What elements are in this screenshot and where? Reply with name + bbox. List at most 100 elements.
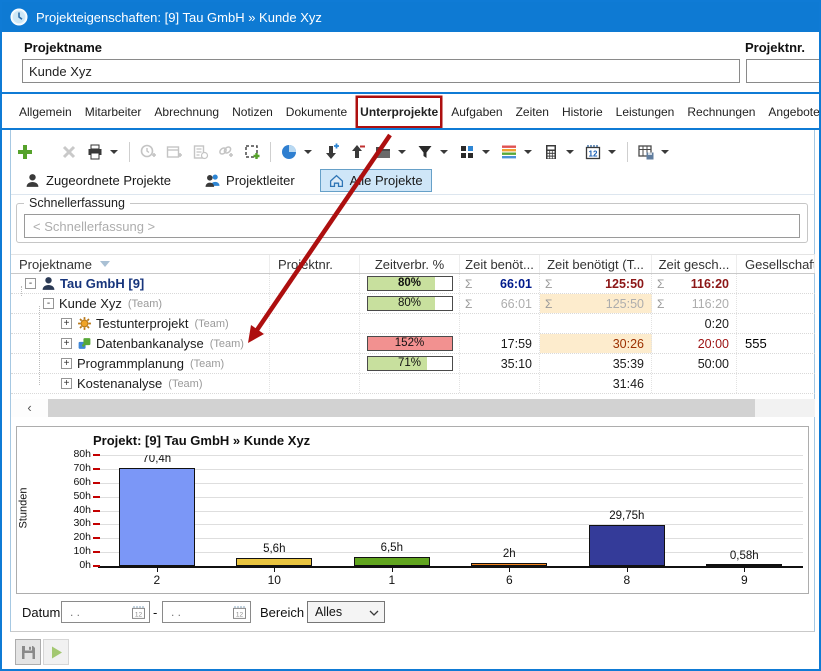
chart-y-axis-label: Stunden [17,488,29,529]
color-list-button[interactable] [496,139,522,165]
window-add-button[interactable] [239,139,265,165]
expand-expander[interactable]: + [61,358,72,369]
table-row[interactable]: + Datenbankanalyse(Team) 152% 17:59 30:2… [11,334,815,354]
printer-icon [86,143,104,161]
window-add-icon [243,143,261,161]
collapse-expander[interactable]: - [43,298,54,309]
scroll-left-button[interactable]: ‹ [11,399,48,417]
tab-aufgaben[interactable]: Aufgaben [449,98,504,126]
pie-chart-caret[interactable] [304,150,312,154]
scrollbar-thumb[interactable] [48,399,755,417]
color-list-caret[interactable] [524,150,532,154]
expand-expander[interactable]: + [61,338,72,349]
layout-squares-button[interactable] [454,139,480,165]
calculator-button[interactable] [538,139,564,165]
tab-historie[interactable]: Historie [560,98,605,126]
print-caret[interactable] [110,150,118,154]
projektnr-input[interactable] [746,59,821,83]
add-button[interactable] [12,139,38,165]
column-gesellschaft[interactable]: Gesellschaft [737,255,815,273]
tab-angebote[interactable]: Angebote [766,98,821,126]
gridline [98,497,803,498]
date-picker-icon[interactable]: 12 [131,605,146,620]
layout-squares-caret[interactable] [482,150,490,154]
calendar-12-icon: 12 [584,143,602,161]
calculator-caret[interactable] [566,150,574,154]
calendar-12-caret[interactable] [608,150,616,154]
sigma-icon: Σ [545,277,552,291]
clock-add-icon [139,143,157,161]
run-button[interactable] [43,639,69,665]
x-tick [509,568,510,572]
date-range-dash: - [153,605,157,620]
y-tick [93,537,100,539]
table-save-button[interactable] [633,139,659,165]
tree-connector [21,286,22,296]
y-tick [93,510,100,512]
person-icon [41,276,56,291]
filter-caret[interactable] [440,150,448,154]
bereich-select[interactable]: Alles [307,601,385,623]
calculator-icon [542,143,560,161]
projektname-input[interactable] [22,59,740,83]
tab-rechnungen[interactable]: Rechnungen [685,98,757,126]
table-row[interactable]: - Tau GmbH [9] 80% Σ66:01 Σ125:50 Σ116:2… [11,274,815,294]
date-picker-icon[interactable]: 12 [232,605,247,620]
column-zeit-benoetigt[interactable]: Zeit benöt... [460,255,540,273]
column-projektname[interactable]: Projektname [11,255,270,273]
color-lines-icon [500,143,518,161]
gridline [98,469,803,470]
column-zeit-geschaetzt[interactable]: Zeit gesch... [652,255,737,273]
save-button[interactable] [15,639,41,665]
folder-caret[interactable] [398,150,406,154]
table-save-caret[interactable] [661,150,669,154]
table-row[interactable]: - Kunde Xyz(Team) 80% Σ66:01 Σ125:50 Σ11… [11,294,815,314]
column-zeit-benoetigt-team[interactable]: Zeit benötigt (T... [540,255,652,273]
filter-button[interactable] [412,139,438,165]
pie-chart-button[interactable] [276,139,302,165]
expand-expander[interactable]: + [61,318,72,329]
note-time-button[interactable] [187,139,213,165]
date-to-value: . . [171,605,181,619]
expand-expander[interactable]: + [61,378,72,389]
horizontal-scrollbar[interactable]: ‹ [11,399,815,417]
tab-dokumente[interactable]: Dokumente [284,98,349,126]
table-row[interactable]: + Testunterprojekt(Team) 0:20 [11,314,815,334]
clipboard-clock-icon [191,143,209,161]
calendar-add-button[interactable] [161,139,187,165]
y-tick-label: 60h [45,476,91,488]
quick-entry-input[interactable] [24,214,800,238]
folder-button[interactable] [370,139,396,165]
y-tick-label: 40h [45,504,91,516]
table-header: Projektname Projektnr. Zeitverbr. % Zeit… [11,254,815,274]
time-add-button[interactable] [135,139,161,165]
tab-leistungen[interactable]: Leistungen [614,98,677,126]
collapse-expander[interactable]: - [25,278,36,289]
date-to-input[interactable]: . . 12 [162,601,251,623]
tab-mitarbeiter[interactable]: Mitarbeiter [83,98,144,126]
subtab-projektleiter[interactable]: Projektleiter [196,169,304,192]
tab-unterprojekte[interactable]: Unterprojekte [358,98,440,126]
link-add-button[interactable] [213,139,239,165]
tab-allgemein[interactable]: Allgemein [17,98,74,126]
subtab-alle-projekte[interactable]: Alle Projekte [320,169,432,192]
date-from-input[interactable]: . . 12 [61,601,150,623]
bereich-selected-value: Alles [315,605,342,619]
x-tick-label: 6 [469,573,549,587]
tab-abrechnung[interactable]: Abrechnung [152,98,221,126]
x-tick [744,568,745,572]
calendar-12-button[interactable]: 12 [580,139,606,165]
column-projektnr[interactable]: Projektnr. [270,255,360,273]
bar-1 [354,557,430,566]
tab-zeiten[interactable]: Zeiten [514,98,551,126]
table-row[interactable]: + Programmplanung(Team) 71% 35:10 35:39 … [11,354,815,374]
tab-notizen[interactable]: Notizen [230,98,275,126]
y-tick-label: 0h [45,559,91,571]
print-button[interactable] [82,139,108,165]
arrow-down-add-button[interactable] [318,139,344,165]
subtab-zugeordnete-projekte[interactable]: Zugeordnete Projekte [16,169,180,192]
column-zeitverbrauch[interactable]: Zeitverbr. % [360,255,460,273]
table-row[interactable]: + Kostenanalyse(Team) 31:46 [11,374,815,394]
arrow-up-remove-button[interactable] [344,139,370,165]
delete-button[interactable] [56,139,82,165]
